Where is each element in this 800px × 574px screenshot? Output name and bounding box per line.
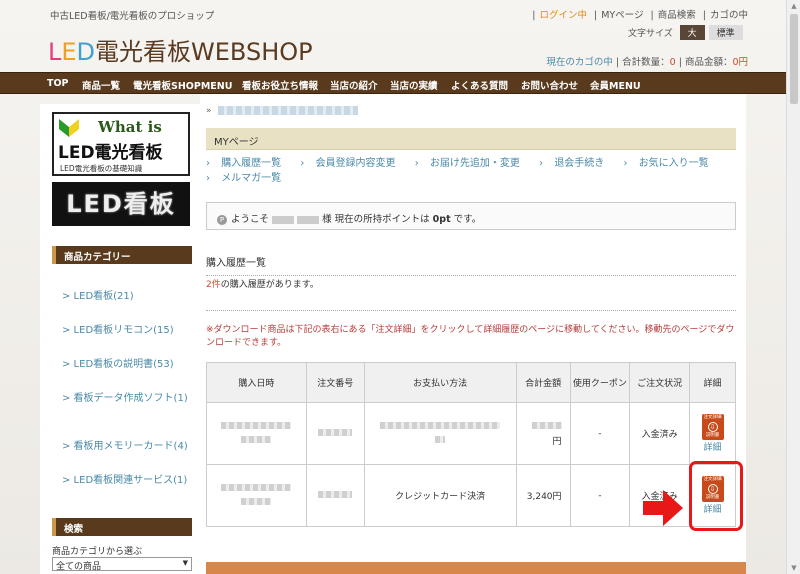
download-manual-icon[interactable]: 注文詳細 ⇩ 説明書 (701, 414, 724, 440)
cart-count: 0 (669, 57, 676, 68)
scrollbar-thumb[interactable] (790, 14, 798, 104)
font-size-big-button[interactable]: 大 (679, 25, 705, 40)
order-total: 円 (515, 402, 571, 465)
coupon: - (569, 402, 631, 465)
link-newsletter[interactable]: › メルマガ一覧 (206, 173, 289, 184)
link-member-edit[interactable]: › 会員登録内容変更 (300, 158, 403, 169)
search-category-select[interactable]: 全ての商品 ▼ (52, 557, 192, 572)
scroll-down-icon[interactable]: ▼ (787, 562, 800, 574)
table-header-row: 購入日時 注文番号 お支払い方法 合計金額 使用クーポン ご注文状況 詳細 (206, 362, 736, 403)
chevron-down-icon: ▼ (182, 559, 188, 567)
site-tagline: 中古LED看板/電光看板のプロショップ (50, 11, 215, 22)
browser-viewport: 中古LED看板/電光看板のプロショップ LED電光看板WEBSHOP | ログイン… (0, 0, 786, 574)
payment-method (363, 402, 517, 465)
nav-faq[interactable]: よくある質問 (451, 78, 508, 92)
led-sign-banner[interactable]: LED看板 (52, 182, 190, 226)
nav-member-menu[interactable]: 会員MENU (590, 78, 641, 92)
bottom-banner (206, 562, 746, 574)
welcome-box: P ようこそ 様 現在の所持ポイントは 0pt です。 (206, 202, 736, 230)
category-link-manual[interactable]: > LED看板の説明書(53) (62, 358, 192, 371)
cart-total: 0円 (732, 57, 748, 68)
site-logo[interactable]: LED電光看板WEBSHOP (48, 32, 313, 67)
category-link-service[interactable]: > LED看板関連サービス(1) (62, 474, 192, 487)
category-heading: 商品カテゴリー (52, 246, 192, 264)
order-number (305, 464, 365, 527)
sidebar: What is LED電光看板 LED電光看板の基礎知識 LED看板 商品カテゴ… (40, 104, 200, 574)
login-status-link[interactable]: ログイン中 (539, 10, 587, 21)
nav-product-list[interactable]: 商品一覧 (82, 78, 120, 92)
history-count: 2件の購入履歴があります。 (206, 280, 319, 290)
link-purchase-history[interactable]: › 購入履歴一覧 (206, 158, 289, 169)
detail-link[interactable]: 詳細 (690, 440, 735, 453)
nav-shop-menu[interactable]: 電光看板SHOPMENU (133, 78, 232, 92)
points-value: 0pt (432, 214, 451, 225)
order-detail-cell[interactable]: 注文詳細 ⇩ 説明書 詳細 (689, 402, 736, 465)
points-icon: P (217, 214, 227, 225)
beginner-mark-icon (59, 119, 79, 137)
nav-top[interactable]: TOP (47, 78, 69, 89)
category-link-remote[interactable]: > LED看板リモコン(15) (62, 324, 192, 337)
nav-useful-info[interactable]: 看板お役立ち情報 (242, 78, 318, 92)
table-row: 円 - 入金済み 注文詳細 ⇩ 説明書 詳細 (206, 402, 736, 465)
mypage-link[interactable]: MYページ (601, 10, 643, 21)
nav-contact[interactable]: お問い合わせ (521, 78, 578, 92)
top-links: | ログイン中 | MYページ | 商品検索 | カゴの中 (532, 10, 748, 21)
main-nav: TOP 商品一覧 電光看板SHOPMENU 看板お役立ち情報 当店の紹介 当店の… (0, 72, 786, 94)
what-is-led-banner[interactable]: What is LED電光看板 LED電光看板の基礎知識 (52, 112, 190, 176)
nav-about[interactable]: 当店の紹介 (330, 78, 378, 92)
scroll-up-icon[interactable]: ▲ (787, 0, 800, 12)
order-status: 入金済み (629, 402, 691, 465)
font-size-label: 文字サイズ (628, 29, 673, 39)
search-category-label: 商品カテゴリから選ぶ (52, 547, 143, 557)
link-delivery-address[interactable]: › お届け先追加・変更 (415, 158, 528, 169)
order-date (206, 402, 307, 465)
order-date (206, 464, 307, 527)
page-title: MYページ (206, 128, 736, 150)
category-link-software[interactable]: > 看板データ作成ソフト(1) (62, 392, 192, 405)
divider (206, 310, 736, 311)
nav-results[interactable]: 当店の実績 (390, 78, 438, 92)
category-link-led-sign[interactable]: > LED看板(21) (62, 290, 192, 303)
font-size-std-button[interactable]: 標準 (708, 25, 743, 40)
coupon: - (569, 464, 631, 527)
pointer-arrow-icon (643, 490, 683, 526)
cart-summary: 現在のカゴの中 | 合計数量：0 | 商品金額：0円 (546, 57, 748, 68)
cart-label[interactable]: 現在のカゴの中 (546, 57, 613, 68)
payment-method: クレジットカード決済 (363, 464, 517, 527)
category-link-memory-card[interactable]: > 看板用メモリーカード(4) (62, 440, 192, 453)
mypage-menu: › 購入履歴一覧 › 会員登録内容変更 › お届け先追加・変更 › 退会手続き … (206, 156, 726, 186)
vertical-scrollbar[interactable]: ▲ ▼ (786, 0, 800, 574)
order-total: 3,240円 (515, 464, 571, 527)
link-withdraw[interactable]: › 退会手続き (539, 158, 612, 169)
cart-link[interactable]: カゴの中 (710, 10, 748, 21)
search-heading: 検索 (52, 518, 192, 536)
font-size-switcher: 文字サイズ 大標準 (628, 25, 743, 40)
download-notice: ※ダウンロード商品は下記の表右にある「注文詳細」をクリックして詳細履歴のページに… (206, 325, 735, 348)
order-number (305, 402, 365, 465)
history-title: 購入履歴一覧 (206, 254, 736, 276)
link-favorites[interactable]: › お気に入り一覧 (624, 158, 717, 169)
breadcrumb: » (206, 106, 358, 116)
highlight-box (689, 461, 743, 531)
product-search-link[interactable]: 商品検索 (658, 10, 696, 21)
